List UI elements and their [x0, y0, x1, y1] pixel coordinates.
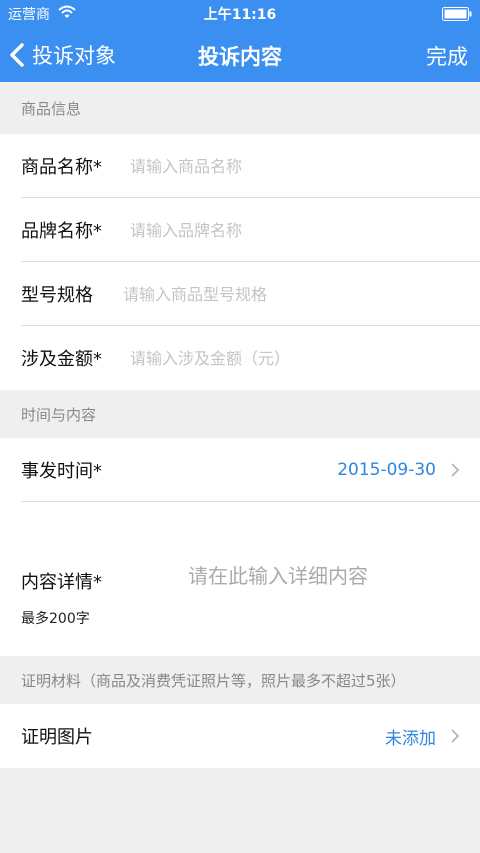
detail-row: 内容详情* 最多200字 [0, 502, 480, 656]
event-time-value: 2015-09-30 [337, 460, 436, 480]
event-time-label: 事发时间* [21, 461, 102, 482]
product-name-input[interactable] [130, 146, 470, 186]
evidence-photo-label: 证明图片 [21, 727, 93, 748]
product-section-title: 商品信息 [21, 99, 82, 118]
model-spec-row: 型号规格 [0, 262, 480, 326]
time-content-group: 事发时间* 2015-09-30 内容详情* 最多200字 [0, 438, 480, 656]
brand-name-row: 品牌名称* [0, 198, 480, 262]
event-time-row[interactable]: 事发时间* 2015-09-30 [0, 438, 480, 502]
evidence-photo-status: 未添加 [385, 728, 436, 749]
product-name-label: 商品名称* [21, 157, 102, 178]
product-name-row: 商品名称* [0, 134, 480, 198]
product-info-group: 商品名称* 品牌名称* 型号规格 涉及金额* [0, 134, 480, 390]
model-spec-input[interactable] [123, 274, 470, 314]
evidence-section-title: 证明材料（商品及消费凭证照片等，照片最多不超过5张） [21, 671, 406, 690]
chevron-right-icon [451, 463, 460, 477]
page-title: 投诉内容 [198, 45, 282, 69]
status-bar: 运营商 上午11:16 [0, 0, 480, 28]
amount-label: 涉及金额* [21, 349, 102, 370]
brand-name-label: 品牌名称* [21, 221, 102, 242]
battery-icon [442, 7, 472, 21]
app-header: 运营商 上午11:16 投诉对象 投诉内容 完成 [0, 0, 480, 82]
detail-label: 内容详情* [21, 572, 102, 593]
evidence-photo-row[interactable]: 证明图片 未添加 [0, 704, 480, 768]
model-spec-label: 型号规格 [21, 285, 93, 306]
status-time: 上午11:16 [203, 7, 277, 23]
detail-limit-hint: 最多200字 [21, 611, 90, 627]
amount-input[interactable] [130, 338, 470, 378]
detail-textarea[interactable] [188, 560, 468, 640]
nav-bar: 投诉对象 投诉内容 完成 [0, 28, 480, 82]
done-button[interactable]: 完成 [426, 41, 468, 71]
chevron-right-icon [451, 729, 460, 743]
evidence-group: 证明图片 未添加 [0, 704, 480, 768]
time-section-title: 时间与内容 [21, 405, 97, 424]
amount-row: 涉及金额* [0, 326, 480, 390]
brand-name-input[interactable] [130, 210, 470, 250]
